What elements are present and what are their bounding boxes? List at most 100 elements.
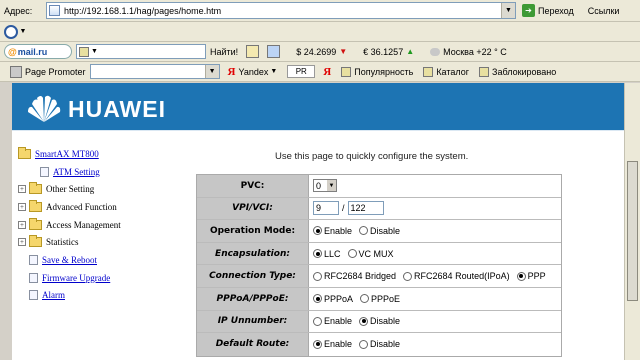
radio-disable[interactable] [359, 226, 369, 236]
arrow-down-icon: ▼ [339, 47, 348, 56]
radio-pppoa[interactable] [313, 294, 322, 304]
weather[interactable]: Москва +22 ° C [430, 47, 507, 57]
connection-type-label: Connection Type: [197, 265, 309, 287]
nav-item-label[interactable]: ATM Setting [53, 167, 100, 177]
mail-search-input[interactable]: ▼ [76, 44, 206, 59]
radio-routed[interactable] [403, 271, 413, 281]
expand-icon[interactable]: + [18, 238, 26, 247]
page-icon [29, 272, 38, 283]
nav-item-statistics[interactable]: + Statistics [18, 233, 198, 251]
nav-item-access-management[interactable]: + Access Management [18, 216, 198, 234]
nav-item-alarm[interactable]: Alarm [18, 287, 198, 305]
chevron-down-icon[interactable]: ▼ [18, 26, 28, 38]
radio-vcmux[interactable] [347, 249, 357, 259]
pencil-icon[interactable] [246, 45, 260, 58]
radio-pppoe[interactable] [360, 294, 370, 304]
catalog-button[interactable]: Каталог [423, 66, 470, 77]
radio-enable[interactable] [313, 339, 322, 349]
mail-icon[interactable] [267, 45, 281, 58]
encapsulation-llc[interactable]: LLC [313, 249, 341, 259]
nav-item-label[interactable]: Access Management [46, 220, 121, 230]
ip-unnumber-enable[interactable]: Enable [313, 316, 352, 326]
scrollbar-thumb[interactable] [627, 161, 638, 301]
page-promoter-icon[interactable] [10, 65, 22, 78]
nav-item-save-reboot[interactable]: Save & Reboot [18, 251, 198, 269]
chevron-down-icon[interactable]: ▼ [204, 65, 219, 78]
yandex-logo-icon[interactable]: Я [228, 66, 236, 78]
encapsulation-value: LLC VC MUX [309, 243, 561, 265]
row-pvc: PVC: 0 ▼ [197, 175, 561, 198]
nav-item-atm-setting[interactable]: ATM Setting [40, 163, 198, 181]
nav-item-label[interactable]: Firmware Upgrade [42, 273, 110, 283]
radio-enable[interactable] [313, 226, 322, 236]
connection-type-value: RFC2684 Bridged RFC2684 Routed(IPoA) PPP [309, 265, 561, 287]
option-pppoe[interactable]: PPPoE [360, 294, 400, 304]
encapsulation-vcmux[interactable]: VC MUX [347, 249, 394, 259]
nav-item-advanced-function[interactable]: + Advanced Function [18, 198, 198, 216]
option-label: Disable [370, 339, 401, 350]
chevron-down-icon[interactable]: ▼ [501, 3, 515, 18]
connection-bridged[interactable]: RFC2684 Bridged [313, 271, 396, 281]
page-viewport: HUAWEI SmartAX MT800 ATM Setting + Other… [12, 83, 624, 360]
nav-item-label[interactable]: Statistics [46, 237, 79, 247]
row-default-route: Default Route: Enable Disable [197, 333, 561, 356]
popularity-button[interactable]: Популярность [341, 66, 413, 77]
nav-root[interactable]: SmartAX MT800 [18, 145, 198, 163]
chevron-down-icon[interactable]: ▼ [91, 48, 98, 55]
radio-disable[interactable] [359, 339, 369, 349]
nav-item-label[interactable]: Save & Reboot [42, 255, 97, 265]
address-input[interactable]: http://192.168.1.1/hag/pages/home.htm ▼ [46, 2, 516, 19]
nav-item-label[interactable]: Alarm [42, 290, 65, 300]
option-pppoa[interactable]: PPPoA [313, 294, 353, 304]
vertical-scrollbar[interactable] [624, 83, 640, 360]
radio-enable[interactable] [313, 316, 322, 326]
yandex-small-icon[interactable]: Я [323, 66, 331, 78]
default-route-enable[interactable]: Enable [313, 339, 352, 349]
address-bar: Адрес: http://192.168.1.1/hag/pages/home… [0, 0, 640, 22]
expand-icon[interactable]: + [18, 220, 26, 229]
default-route-disable[interactable]: Disable [359, 339, 400, 349]
radio-disable[interactable] [359, 316, 369, 326]
vci-input[interactable]: 122 [347, 201, 384, 216]
usd-rate[interactable]: $ 24.2699 ▼ [296, 47, 347, 57]
yandex-label[interactable]: Yandex [238, 67, 268, 77]
blocked-button[interactable]: Заблокировано [479, 66, 556, 77]
vpi-input[interactable]: 9 [313, 201, 339, 216]
connection-ppp[interactable]: PPP [516, 271, 546, 281]
nav-item-firmware-upgrade[interactable]: Firmware Upgrade [18, 269, 198, 287]
page-promoter-label[interactable]: Page Promoter [25, 67, 86, 77]
chevron-down-icon[interactable]: ▼ [327, 180, 336, 192]
option-label: LLC [324, 248, 341, 259]
page-icon [29, 254, 38, 265]
operation-mode-disable[interactable]: Disable [359, 226, 400, 236]
nav-item-other-setting[interactable]: + Other Setting [18, 180, 198, 198]
connection-routed[interactable]: RFC2684 Routed(IPoA) [403, 271, 510, 281]
find-button[interactable]: Найти! [210, 47, 238, 57]
browser-toolbar: ▼ [0, 22, 640, 42]
nav-item-label[interactable]: Advanced Function [46, 202, 117, 212]
expand-icon[interactable]: + [18, 185, 26, 194]
nav-item-label[interactable]: Other Setting [46, 184, 94, 194]
mailru-toolbar: @ mail.ru ▼ Найти! $ 24.2699 ▼ € 36.1257 … [0, 42, 640, 62]
operation-mode-enable[interactable]: Enable [313, 226, 352, 236]
links-button[interactable]: Ссылки [588, 6, 620, 16]
mailru-logo[interactable]: @ mail.ru [4, 44, 72, 59]
catalog-label: Каталог [436, 66, 470, 77]
page-promoter-input[interactable]: ▼ [89, 64, 220, 79]
address-url[interactable]: http://192.168.1.1/hag/pages/home.htm [64, 6, 501, 16]
popularity-icon [341, 66, 352, 77]
chevron-down-icon[interactable]: ▼ [270, 68, 277, 75]
radio-llc[interactable] [313, 249, 322, 259]
radio-ppp[interactable] [516, 271, 526, 281]
expand-icon[interactable]: + [18, 202, 26, 211]
pvc-select[interactable]: 0 ▼ [313, 179, 337, 193]
ie-icon[interactable] [4, 24, 18, 39]
pr-label: PR [295, 67, 307, 76]
ip-unnumber-disable[interactable]: Disable [359, 316, 400, 326]
pr-indicator[interactable]: PR [287, 65, 316, 78]
eur-rate[interactable]: € 36.1257 ▲ [363, 47, 414, 57]
go-button[interactable]: ➔ Переход [522, 4, 574, 17]
folder-icon [29, 217, 42, 230]
radio-bridged[interactable] [313, 271, 322, 281]
nav-root-label[interactable]: SmartAX MT800 [35, 149, 99, 159]
